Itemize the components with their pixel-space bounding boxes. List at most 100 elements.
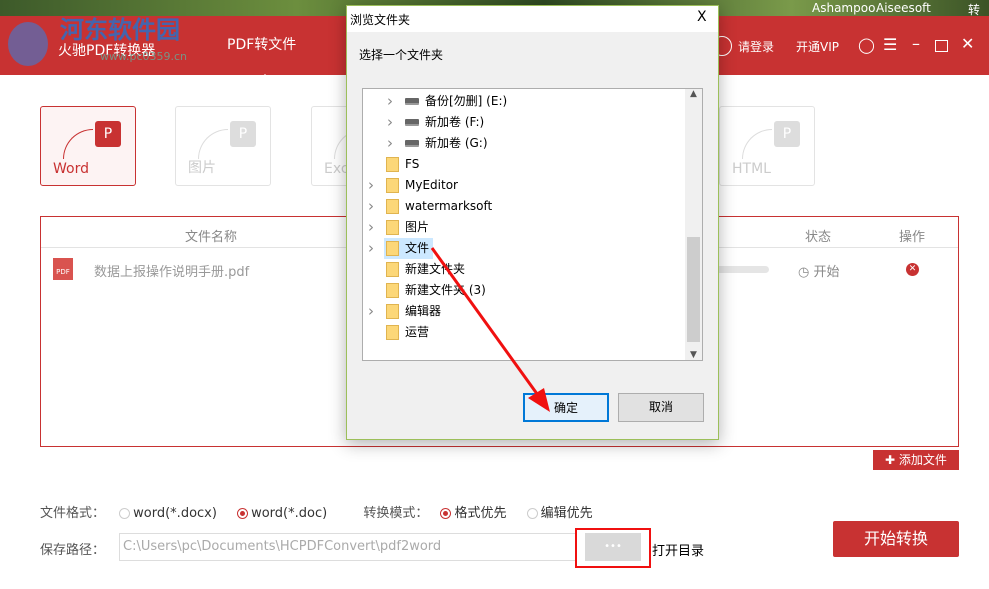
nav-tab-pdf-convert[interactable]: PDF转文件 [227,34,296,54]
folder-icon [386,262,399,277]
tree-item[interactable]: › MyEditor [368,175,462,196]
folder-icon [386,241,399,256]
drive-icon [405,98,419,105]
highlight-box [575,528,651,568]
options-row: 文件格式： word(*.docx) word(*.doc) 转换模式： 格式优… [40,502,593,521]
scroll-thumb[interactable] [687,237,700,342]
drive-icon [405,140,419,147]
radio-format-priority[interactable]: 格式优先 [440,506,506,521]
folder-icon [386,325,399,340]
start-item-button[interactable]: ◷ 开始 [798,261,840,280]
tree-item-label: MyEditor [405,178,458,192]
dialog-prompt: 选择一个文件夹 [359,48,444,62]
close-icon[interactable]: ✕ [961,34,974,53]
maximize-icon[interactable] [935,40,948,52]
desktop-label: Ashampoo [812,1,876,15]
tree-item[interactable]: › 新加卷 (G:) [387,133,492,154]
tree-item[interactable]: › 文件 [368,238,434,259]
save-path-input[interactable]: C:\Users\pc\Documents\HCPDFConvert\pdf2w… [119,533,577,561]
folder-icon [386,220,399,235]
tree-item[interactable]: 新建文件夹 [384,259,469,280]
active-tab-indicator [259,68,271,80]
tree-item[interactable]: › 图片 [368,217,433,238]
radio-doc[interactable]: word(*.doc) [237,506,327,521]
pdf-icon: P [95,121,121,147]
scroll-down-icon[interactable]: ▼ [685,350,702,360]
folder-icon [386,178,399,193]
col-status: 状态 [805,230,832,245]
dialog-close-button[interactable]: X [697,9,707,25]
tree-scrollbar[interactable]: ▲ ▼ [685,89,702,360]
pdf-file-icon: PDF [53,258,73,280]
tab-word[interactable]: P Word [40,106,136,186]
file-name: 数据上报操作说明手册.pdf [94,265,250,280]
convert-arrow-icon [63,129,93,159]
tab-label: 图片 [188,160,216,176]
tab-label: Exc [324,161,349,177]
start-convert-button[interactable]: 开始转换 [833,521,959,557]
tree-item[interactable]: 运营 [384,322,433,343]
tree-item-label: 编辑器 [405,304,442,318]
format-label: 文件格式： [40,506,106,521]
folder-icon [386,283,399,298]
menu-icon[interactable]: ☰ [883,35,897,54]
tree-item[interactable]: › 编辑器 [368,301,445,322]
tree-item-label: 新加卷 (G:) [425,136,488,150]
cancel-button[interactable]: 取消 [618,393,704,422]
folder-icon [386,199,399,214]
tab-image[interactable]: P 图片 [175,106,271,186]
expand-chevron-icon[interactable]: › [368,175,374,196]
tree-item-label: 新建文件夹 (3) [405,283,486,297]
open-directory-link[interactable]: 打开目录 [652,540,704,559]
folder-icon [386,304,399,319]
ok-button[interactable]: 确定 [523,393,609,422]
radio-docx[interactable]: word(*.docx) [119,506,217,521]
add-file-label: 添加文件 [898,453,947,467]
tree-item[interactable]: › watermarksoft [368,196,496,217]
expand-chevron-icon[interactable]: › [387,91,393,112]
convert-arrow-icon [742,129,772,159]
tab-label: HTML [732,161,771,177]
tree-item[interactable]: 新建文件夹 (3) [384,280,490,301]
expand-chevron-icon[interactable]: › [368,301,374,322]
delete-icon[interactable]: ✕ [906,263,919,276]
tree-item-label: 新建文件夹 [405,262,466,276]
vip-link[interactable]: 开通VIP [796,38,839,55]
tree-item-label: 备份[勿删] (E:) [425,94,508,108]
tab-label: Word [53,161,89,177]
tree-item[interactable]: › 备份[勿删] (E:) [387,91,511,112]
add-file-button[interactable]: ✚ 添加文件 [873,450,959,470]
folder-icon [386,157,399,172]
expand-chevron-icon[interactable]: › [368,238,374,259]
drive-icon [405,119,419,126]
expand-chevron-icon[interactable]: › [368,196,374,217]
tree-item-label: 新加卷 (F:) [425,115,485,129]
dialog-title: 浏览文件夹 [350,13,411,27]
convert-arrow-icon [198,129,228,159]
save-path-label: 保存路径： [40,543,106,558]
login-link[interactable]: 请登录 [738,38,774,55]
scroll-up-icon[interactable]: ▲ [685,89,702,99]
status-text: 开始 [813,265,840,280]
tree-item-label: FS [405,157,420,171]
radio-edit-priority[interactable]: 编辑优先 [526,506,593,521]
dialog-titlebar: 浏览文件夹 X [347,6,718,32]
tree-item[interactable]: › 新加卷 (F:) [387,112,488,133]
tree-item-label: 运营 [405,325,430,339]
pdf-icon: P [230,121,256,147]
watermark-url: www.pc0359.cn [100,50,188,63]
minimize-icon[interactable]: – [912,34,920,53]
folder-tree[interactable]: › 备份[勿删] (E:) › 新加卷 (F:) › 新加卷 (G:) FS › MyEdito… [362,88,703,361]
tree-item[interactable]: FS [384,154,423,175]
tree-item-label: 文件 [405,241,430,255]
skin-icon[interactable]: ◯ [858,36,875,54]
tree-item-label: watermarksoft [405,199,493,213]
tab-html[interactable]: P HTML [719,106,815,186]
logo-icon [8,22,48,66]
expand-chevron-icon[interactable]: › [387,133,393,154]
expand-chevron-icon[interactable]: › [368,217,374,238]
tree-item-label: 图片 [405,220,430,234]
expand-chevron-icon[interactable]: › [387,112,393,133]
col-action: 操作 [899,230,926,245]
desktop-label: Aiseesoft [876,1,931,15]
